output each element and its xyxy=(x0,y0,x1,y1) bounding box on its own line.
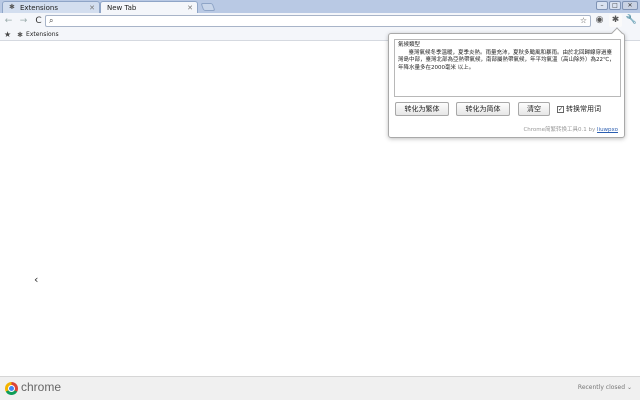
common-words-option[interactable]: ✓ 转换常用词 xyxy=(557,104,601,114)
bottom-bar: chrome Recently closed ⌄ xyxy=(0,376,640,400)
conversion-textarea[interactable]: 氣候類型 臺灣氣候冬季溫暖，夏季炎熱。雨量充沛，夏秋多颱風和暴雨。由於北回歸線穿… xyxy=(394,39,621,97)
maximize-button[interactable]: □ xyxy=(609,1,621,10)
reload-button[interactable]: C xyxy=(32,15,45,28)
bookmark-star-icon[interactable]: ☆ xyxy=(580,16,587,25)
bookmark-extensions[interactable]: ✱ Extensions xyxy=(17,31,58,39)
close-icon[interactable]: ✕ xyxy=(187,4,193,12)
forward-button[interactable]: → xyxy=(17,15,30,28)
common-words-checkbox[interactable]: ✓ xyxy=(557,105,564,113)
chevron-left-icon[interactable]: ‹ xyxy=(34,273,38,286)
author-link[interactable]: liuwpxo xyxy=(597,127,618,133)
tab-label: Extensions xyxy=(20,3,59,12)
minimize-button[interactable]: – xyxy=(596,1,608,10)
bookmark-label: Extensions xyxy=(26,31,59,38)
close-icon[interactable]: ✕ xyxy=(89,4,95,12)
chrome-logo-icon xyxy=(5,382,18,395)
puzzle-icon: ✱ xyxy=(9,3,15,11)
chevron-down-icon: ⌄ xyxy=(626,384,632,391)
toolbar-actions: ◉ ✱ 🔧 xyxy=(593,14,638,27)
convert-simplified-button[interactable]: 转化为简体 xyxy=(456,102,510,116)
popup-footer: Chrome简繁转换工具0.1 by liuwpxo xyxy=(523,125,618,133)
checkbox-label: 转换常用词 xyxy=(566,105,601,113)
tab-extensions[interactable]: ✱ Extensions ✕ xyxy=(2,1,100,13)
toolbar: ← → C ⌕ ☆ ◉ ✱ 🔧 xyxy=(0,13,640,29)
back-button[interactable]: ← xyxy=(2,15,15,28)
tab-strip: ✱ Extensions ✕ New Tab ✕ – □ ✕ xyxy=(0,0,640,13)
page-action-icon[interactable]: ◉ xyxy=(593,14,606,27)
extension-icon[interactable]: ✱ xyxy=(609,14,622,27)
tab-label: New Tab xyxy=(107,3,137,12)
footer-text: Chrome简繁转换工具0.1 by xyxy=(523,127,598,133)
recently-closed-label: Recently closed xyxy=(577,384,626,391)
search-icon: ⌕ xyxy=(49,16,54,25)
convert-traditional-button[interactable]: 转化为繁体 xyxy=(395,102,449,116)
recently-closed-menu[interactable]: Recently closed ⌄ xyxy=(578,384,632,391)
clear-button[interactable]: 清空 xyxy=(518,102,550,116)
star-icon: ★ xyxy=(4,30,12,39)
omnibox[interactable]: ⌕ ☆ xyxy=(45,15,591,27)
window-controls: – □ ✕ xyxy=(596,1,638,10)
close-window-button[interactable]: ✕ xyxy=(622,1,638,10)
wrench-icon[interactable]: 🔧 xyxy=(625,14,638,27)
tab-new-tab[interactable]: New Tab ✕ xyxy=(100,1,198,13)
puzzle-icon: ✱ xyxy=(17,30,24,39)
brand-label: chrome xyxy=(21,380,62,394)
new-tab-button[interactable] xyxy=(200,3,216,11)
extension-popup: 氣候類型 臺灣氣候冬季溫暖，夏季炎熱。雨量充沛，夏秋多颱風和暴雨。由於北回歸線穿… xyxy=(388,27,625,138)
